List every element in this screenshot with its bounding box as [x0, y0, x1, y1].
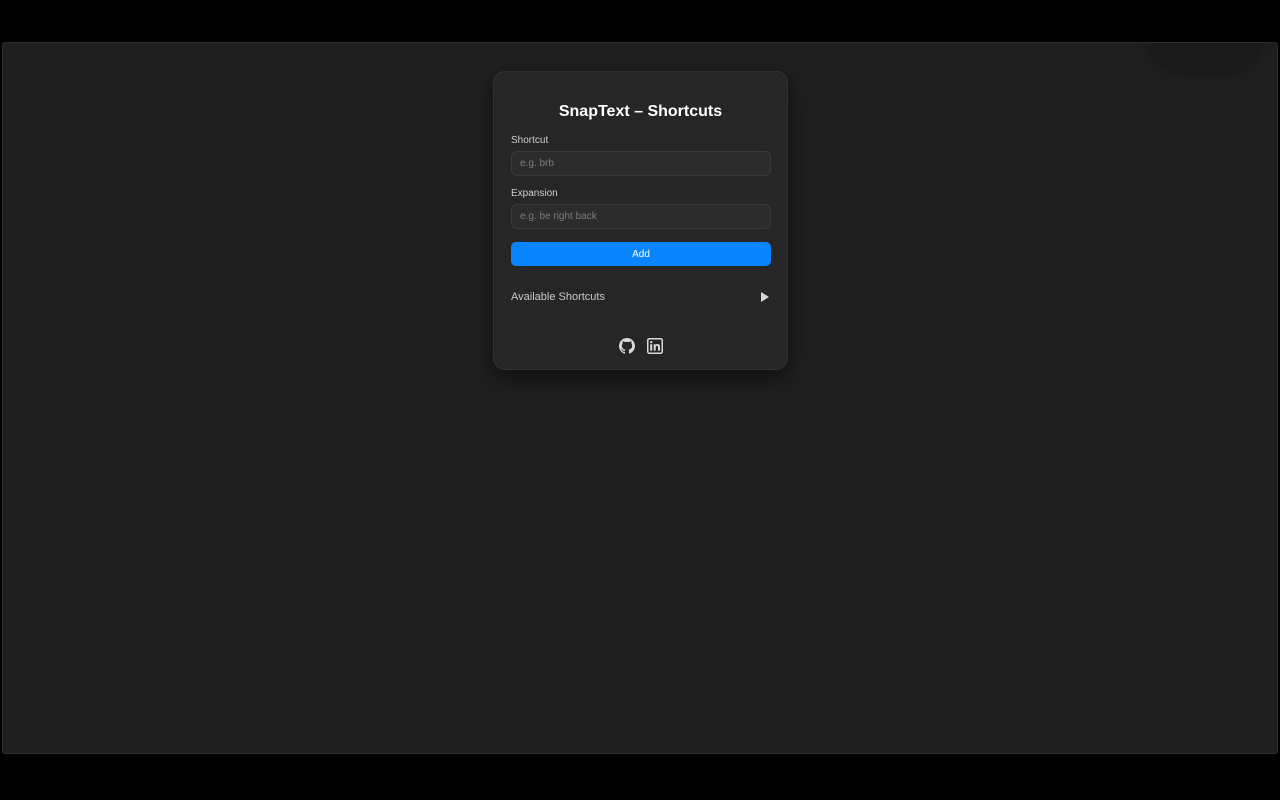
shortcut-input[interactable] [511, 151, 771, 176]
available-shortcuts-label: Available Shortcuts [511, 291, 605, 303]
github-icon [618, 338, 635, 354]
github-link[interactable] [618, 338, 635, 354]
shortcuts-card: SnapText – Shortcuts Shortcut Expansion … [493, 71, 788, 370]
shortcut-label: Shortcut [511, 135, 549, 146]
page-viewport: SnapText – Shortcuts Shortcut Expansion … [2, 42, 1278, 754]
corner-overlay [1149, 43, 1261, 71]
add-button[interactable]: Add [511, 242, 771, 266]
expansion-input[interactable] [511, 204, 771, 229]
play-arrow-icon [761, 292, 769, 302]
expansion-label: Expansion [511, 188, 558, 199]
page-title: SnapText – Shortcuts [558, 103, 723, 120]
linkedin-icon [646, 338, 663, 354]
linkedin-link[interactable] [646, 338, 663, 354]
social-links [511, 338, 770, 354]
available-shortcuts-toggle[interactable]: Available Shortcuts [511, 290, 770, 304]
